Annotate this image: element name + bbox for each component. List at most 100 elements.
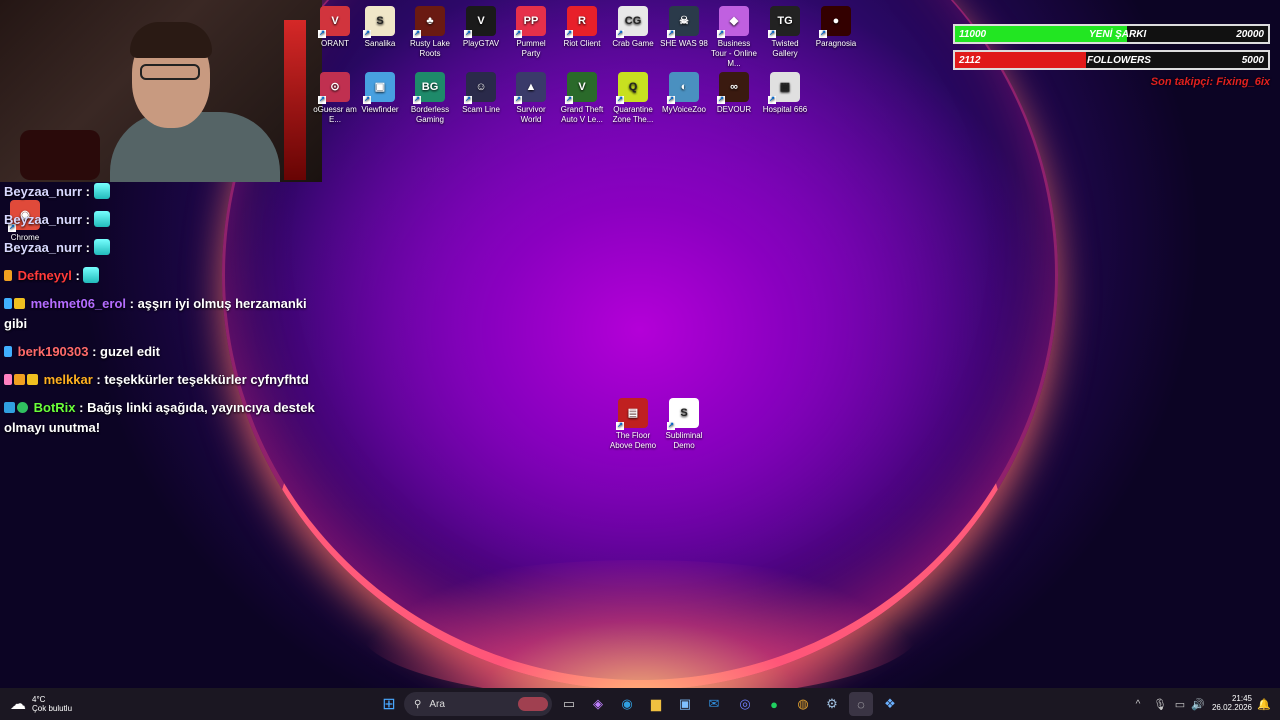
desktop-icon[interactable]: ● ↗ Paragnosia [811,6,861,49]
badge-icon [4,270,12,281]
app-icon: PP ↗ [514,6,546,38]
desktop-icon[interactable]: ∞ ↗ DEVOUR [709,72,759,115]
chat-username: mehmet06_erol [30,296,127,311]
app-icon: V ↗ [565,72,597,104]
app-icon: ◐ ↗ [667,72,699,104]
app-icon: ∞ ↗ [717,72,749,104]
desktop-icon-label: Twisted Gallery [771,39,799,58]
steam-icon[interactable]: ⚙ [820,692,844,716]
task-view-icon[interactable]: ▭ [557,692,581,716]
chevron-up-icon[interactable]: ^ [1126,692,1150,716]
desktop-icon[interactable]: ▣ ↗ Viewfinder [355,72,405,115]
app-icon: ◆ ↗ [717,6,749,38]
app-icon: ▣ ↗ [363,72,395,104]
desktop-icon[interactable]: ▦ ↗ Hospital 666 [760,72,810,115]
app-icon[interactable]: ❖ [878,692,902,716]
taskbar: ☁ 4°C Çok bulutlu ⊞ ⚲ Ara ▭ ◈ ◉ ▆ ▣ ✉ ◎ … [0,688,1280,720]
chrome-icon[interactable]: ◍ [791,692,815,716]
emote-icon [83,267,100,283]
clock[interactable]: 21:45 26.02.2026 [1208,694,1252,712]
cloud-icon: ☁ [10,696,26,713]
badge-icon [4,298,12,309]
desktop-icon[interactable]: PP ↗ Pummel Party [506,6,556,59]
app-icon: CG ↗ [616,6,648,38]
desktop-icon[interactable]: S ↗ Sanalika [355,6,405,49]
desktop-icon[interactable]: ♣ ↗ Rusty Lake Roots [405,6,455,59]
stream-chat: Beyzaa_nurr : Beyzaa_nurr : Beyzaa_nurr … [4,182,324,446]
desktop-icon[interactable]: TG ↗ Twisted Gallery [760,6,810,59]
desktop-icon[interactable]: R ↗ Riot Client [557,6,607,49]
weather-widget[interactable]: ☁ 4°C Çok bulutlu [10,694,72,714]
desktop-icon[interactable]: CG ↗ Crab Game [608,6,658,49]
chat-message: mehmet06_erol : aşşırı iyi olmuş herzama… [4,296,307,331]
search-box[interactable]: ⚲ Ara [404,692,552,716]
shortcut-arrow-icon: ↗ [413,96,421,104]
desktop-icon[interactable]: BG ↗ Borderless Gaming [405,72,455,125]
mail-icon[interactable]: ✉ [702,692,726,716]
copilot-icon[interactable]: ◈ [586,692,610,716]
shortcut-arrow-icon: ↗ [363,96,371,104]
shortcut-arrow-icon: ↗ [667,96,675,104]
followers-goal-current: 2112 [959,55,981,66]
followers-goal-target: 5000 [1241,55,1264,66]
desktop-icon-label: Grand Theft Auto V Le... [560,105,604,124]
spotify-icon[interactable]: ● [762,692,786,716]
desktop-icon-label: Rusty Lake Roots [409,39,451,58]
chat-username: melkkar [43,372,93,387]
edge-icon[interactable]: ◉ [615,692,639,716]
notification-icon[interactable]: 🔔 [1252,692,1276,716]
desktop-icon[interactable]: ◐ ↗ MyVoiceZoo [659,72,709,115]
desktop-icon[interactable]: S ↗ Subliminal Demo [659,398,709,451]
clock-time: 21:45 [1231,694,1252,703]
desktop-icon[interactable]: ◆ ↗ Business Tour - Online M... [709,6,759,69]
volume-icon[interactable]: 🔊 [1186,692,1210,716]
app-icon: S ↗ [667,398,699,430]
app-icon: R ↗ [565,6,597,38]
desktop-icon[interactable]: V ↗ PlayGTAV [456,6,506,49]
desktop-icon[interactable]: V ↗ ORANT [310,6,360,49]
desktop-icon[interactable]: ▲ ↗ Survivor World [506,72,556,125]
discord-icon[interactable]: ◎ [733,692,757,716]
store-icon[interactable]: ▣ [673,692,697,716]
desktop-icon-label: Scam Line [462,105,500,114]
obs-icon[interactable]: ◌ [849,692,873,716]
emote-icon [93,211,110,227]
verified-badge-icon [17,402,28,413]
shortcut-arrow-icon: ↗ [667,30,675,38]
desktop-icon-label: Sanalika [364,39,396,48]
desktop-icon[interactable]: ⊙ ↗ oGuessr am E... [310,72,360,125]
shortcut-arrow-icon: ↗ [464,96,472,104]
app-icon: ☠ ↗ [667,6,699,38]
file-explorer-icon[interactable]: ▆ [644,692,668,716]
chat-message: berk190303 : guzel edit [4,342,324,362]
search-highlight-icon [518,697,548,711]
shortcut-arrow-icon: ↗ [413,30,421,38]
desktop-icon-label: DEVOUR [716,105,752,114]
chat-message: melkkar : teşekkürler teşekkürler cyfnyf… [4,370,324,390]
start-button[interactable]: ⊞ [377,692,401,716]
app-icon: TG ↗ [768,6,800,38]
followers-goal-bar: 2112 FOLLOWERS 5000 [953,50,1270,70]
app-icon: S ↗ [363,6,395,38]
clock-date: 26.02.2026 [1211,703,1252,712]
desktop-icon[interactable]: ☺ ↗ Scam Line [456,72,506,115]
desktop-icon[interactable]: ▤ ↗ The Floor Above Demo [608,398,658,451]
desktop-icon-label: Viewfinder [361,105,399,114]
badge-icon [14,374,25,385]
chat-message: Beyzaa_nurr : [4,210,324,230]
chat-username: Beyzaa_nurr [4,184,83,199]
weather-temp: 4°C [32,695,46,704]
desktop-icon[interactable]: Q ↗ Quarantine Zone The... [608,72,658,125]
shortcut-arrow-icon: ↗ [464,30,472,38]
desktop-icon[interactable]: ☠ ↗ SHE WAS 98 [659,6,709,49]
weather-desc: Çok bulutlu [32,704,73,713]
desktop-icon[interactable]: V ↗ Grand Theft Auto V Le... [557,72,607,125]
crown-badge-icon [14,298,25,309]
chat-username: Beyzaa_nurr [4,212,83,227]
search-icon: ⚲ [414,698,422,710]
emote-icon [93,183,110,199]
chat-username: Defneyyl [17,268,72,283]
chat-message: Defneyyl : [4,266,324,286]
crown-badge-icon [27,374,38,385]
desktop-icon-label: Subliminal Demo [665,431,703,450]
